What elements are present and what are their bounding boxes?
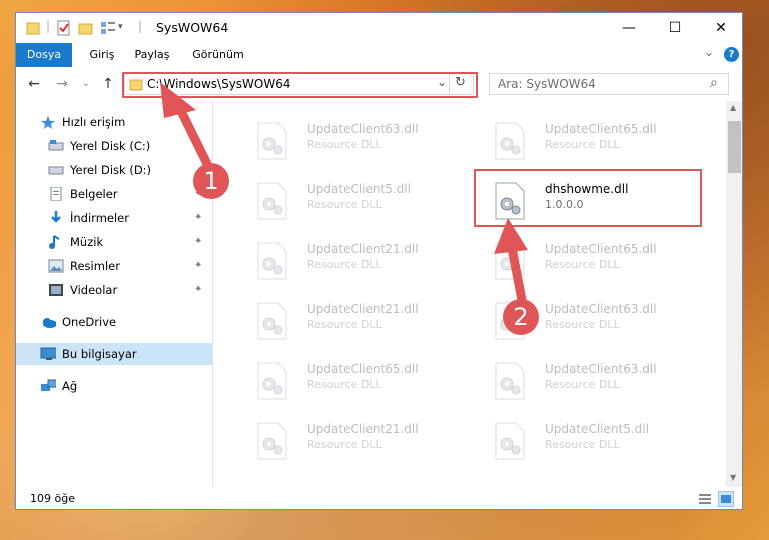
arrow-1 (173, 100, 215, 175)
annotation-arrows (160, 82, 528, 305)
callout-2: 2 (503, 299, 539, 335)
arrow-2 (507, 243, 527, 305)
callout-1: 1 (193, 163, 229, 199)
arrow-1-head (160, 82, 196, 118)
arrow-2-head (494, 218, 528, 254)
